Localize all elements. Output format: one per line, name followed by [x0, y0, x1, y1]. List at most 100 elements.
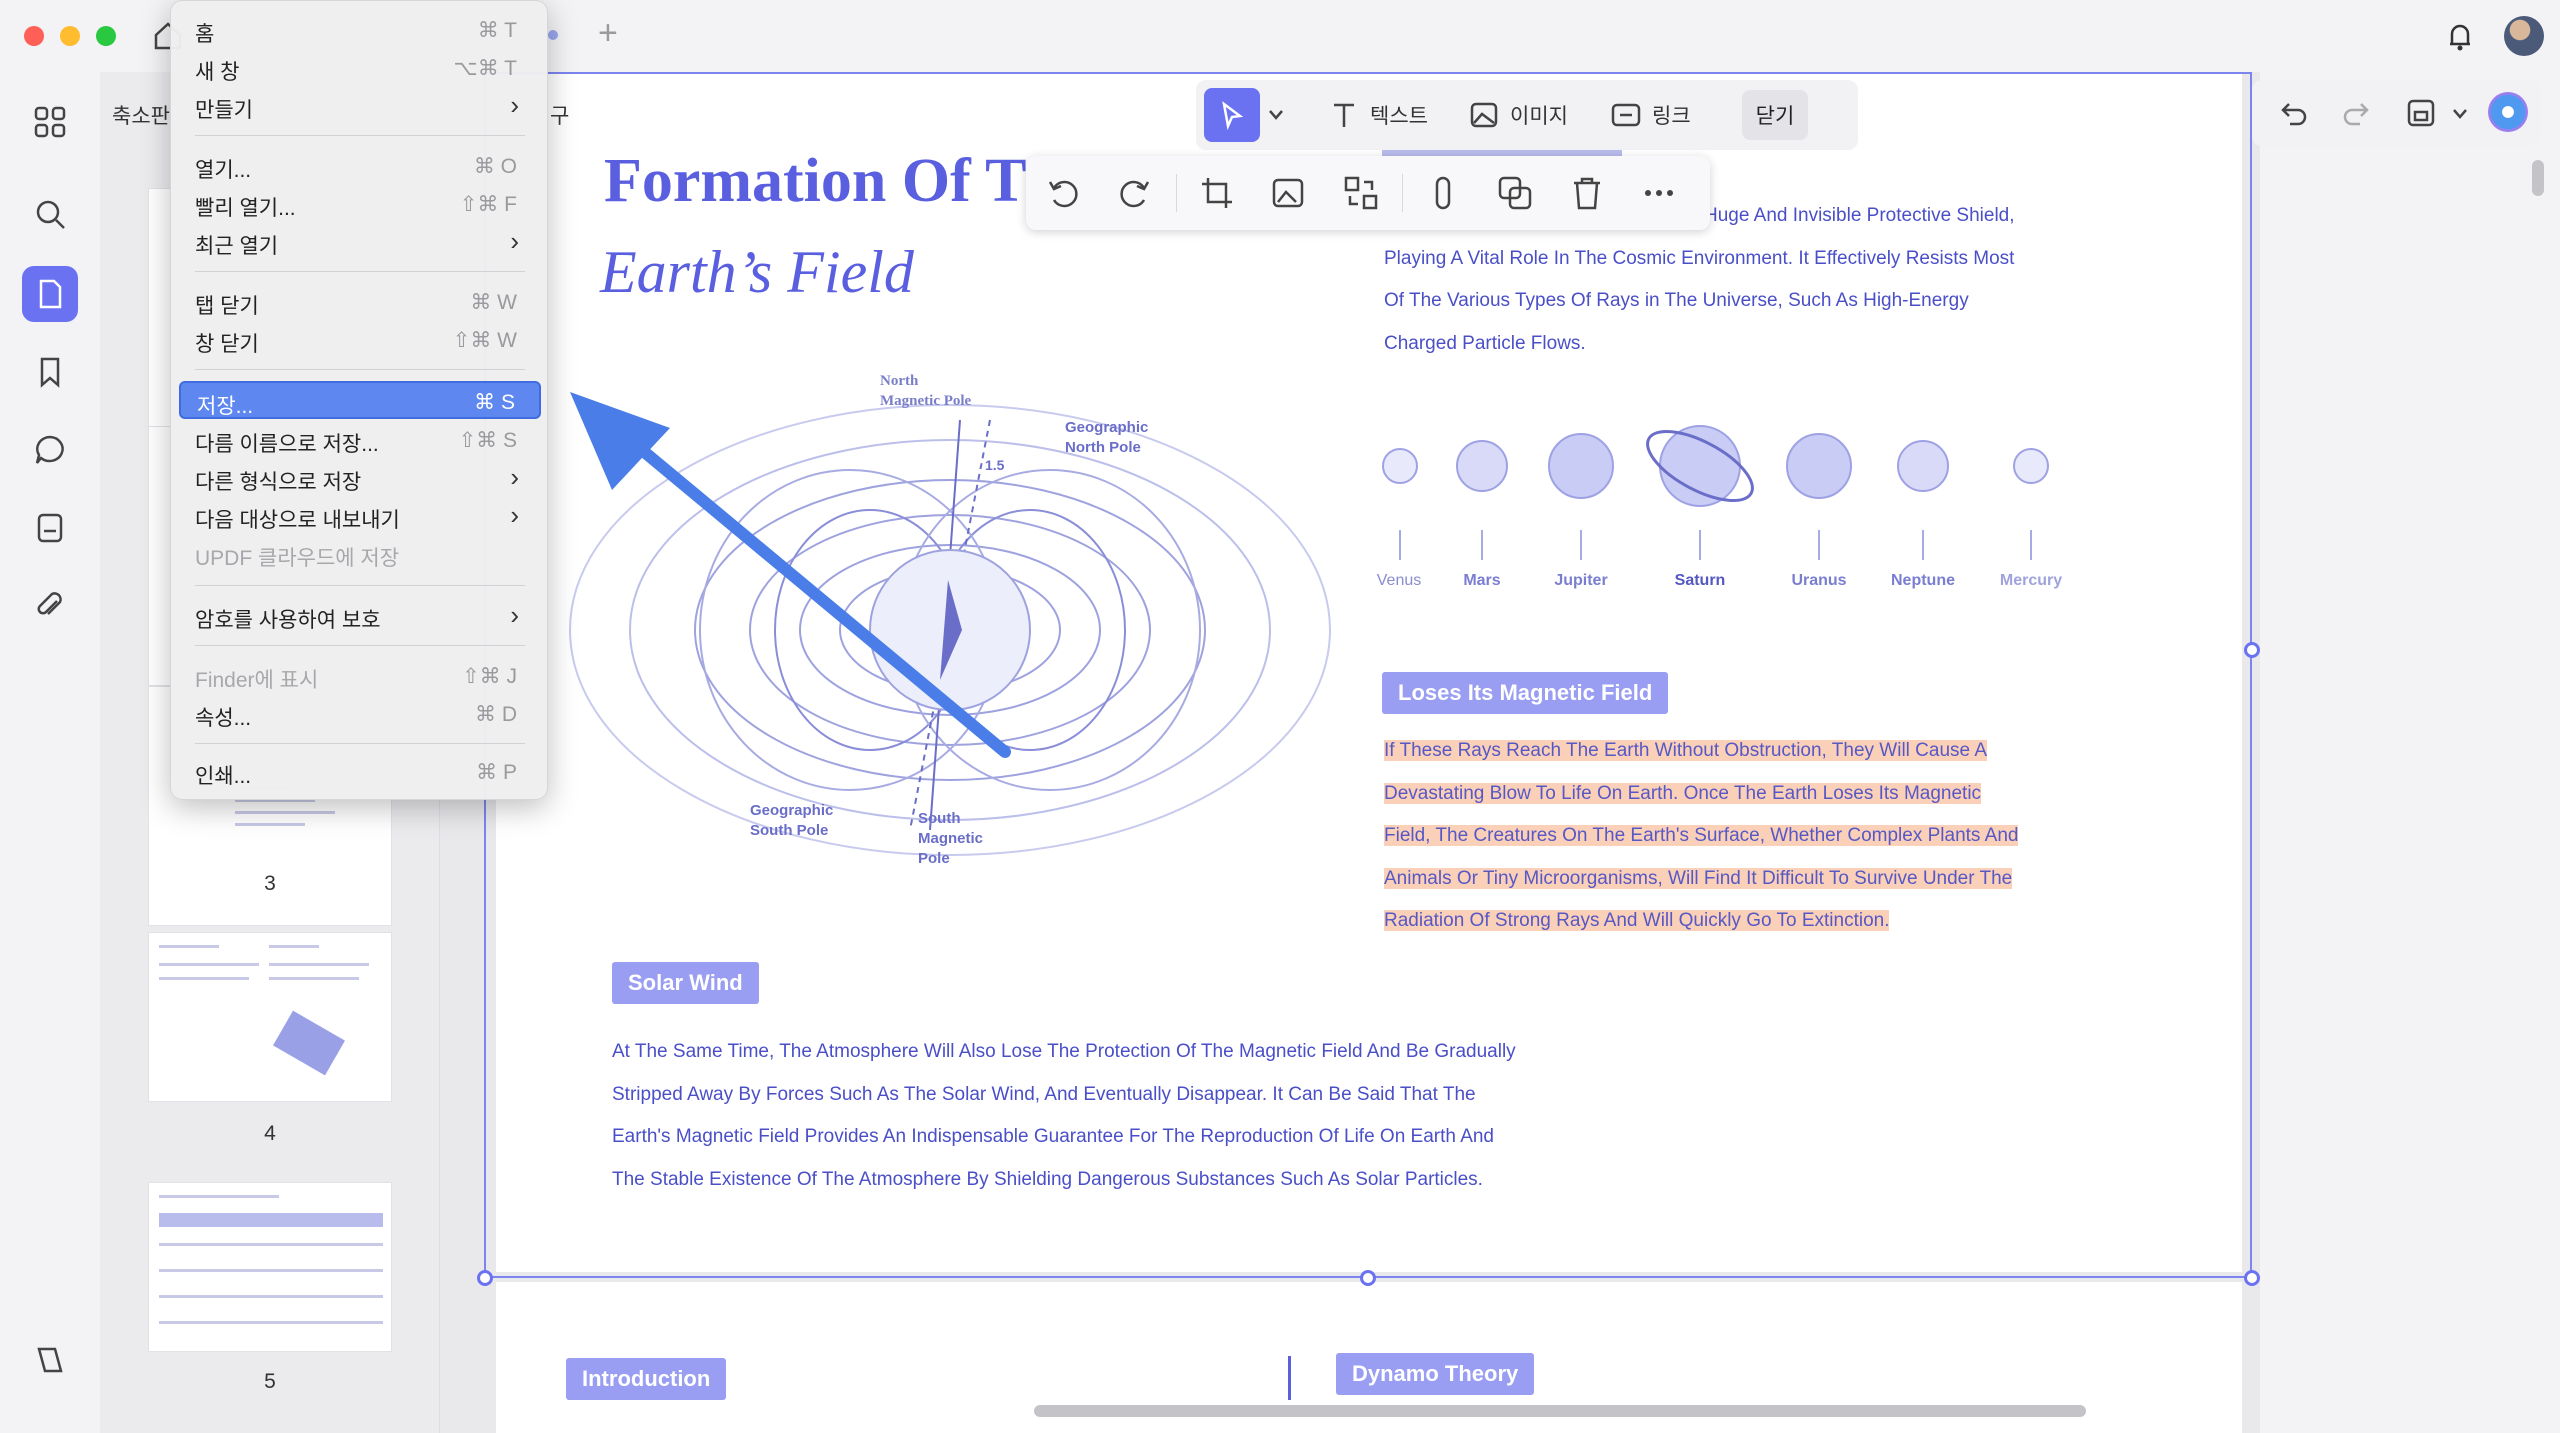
menu-item-open[interactable]: 열기... ⌘ O	[179, 147, 541, 185]
text-tool-button[interactable]: 텍스트	[1328, 96, 1428, 134]
copy-icon[interactable]	[1496, 174, 1534, 212]
thumbnail-page-number: 4	[264, 1122, 276, 1145]
trash-icon[interactable]	[1568, 174, 1606, 212]
layers-icon[interactable]	[22, 1332, 78, 1388]
avatar[interactable]	[2504, 16, 2544, 56]
menu-item-new-window[interactable]: 새 창 ⌥⌘ T	[179, 49, 541, 87]
planet-label: Mars	[1463, 572, 1501, 589]
geographic-north-label: Geographic	[1065, 419, 1148, 436]
hidden-tab-fragment: 구	[550, 105, 570, 128]
highlighted-line: Radiation Of Strong Rays And Will Quickl…	[1384, 910, 1890, 931]
solar-wind-paragraph[interactable]: At The Same Time, The Atmosphere Will Al…	[612, 1031, 1612, 1201]
south-magnetic-label: Pole	[918, 850, 950, 867]
menu-item-close-tab[interactable]: 탭 닫기 ⌘ W	[179, 283, 541, 321]
undo-icon[interactable]	[2276, 96, 2310, 130]
south-magnetic-label: South	[918, 810, 961, 827]
menu-item-recent[interactable]: 최근 열기 ›	[179, 223, 541, 261]
crop-icon[interactable]	[1198, 174, 1236, 212]
thumbnail-page-5[interactable]	[148, 1182, 392, 1352]
image-tool-label: 이미지	[1510, 105, 1568, 128]
intro-line: Charged Particle Flows.	[1384, 332, 1586, 354]
minimize-window-button[interactable]	[60, 26, 80, 46]
select-tool-button[interactable]	[1204, 88, 1260, 142]
text-icon	[1334, 103, 1354, 127]
planet-label: Uranus	[1791, 572, 1847, 589]
section-tag-loses-magnetic-field[interactable]: Loses Its Magnetic Field	[1382, 672, 1669, 714]
vertical-scrollbar[interactable]	[2532, 160, 2544, 196]
ai-assistant-icon[interactable]	[2488, 92, 2528, 132]
image-tool-button[interactable]: 이미지	[1468, 96, 1568, 134]
resize-handle[interactable]	[477, 1270, 493, 1286]
resize-handle[interactable]	[2244, 1270, 2260, 1286]
solar-line: Earth's Magnetic Field Provides An Indis…	[612, 1126, 1494, 1147]
menu-item-save-as[interactable]: 다름 이름으로 저장... ⇧⌘ S	[179, 421, 541, 459]
menu-item-export[interactable]: 다음 대상으로 내보내기 ›	[179, 497, 541, 535]
save-icon[interactable]	[2404, 96, 2438, 130]
highlighted-line: Devastating Blow To Life On Earth. Once …	[1384, 782, 1982, 804]
intro-line: Playing A Vital Role In The Cosmic Envir…	[1384, 247, 2015, 269]
section-tag-dynamo-theory[interactable]: Dynamo Theory	[1336, 1353, 1535, 1395]
highlighted-line: Animals Or Tiny Microorganisms, Will Fin…	[1384, 867, 2013, 889]
menu-item-properties[interactable]: 속성... ⌘ D	[179, 695, 541, 733]
menu-item-print[interactable]: 인쇄... ⌘ P	[179, 753, 541, 791]
rotate-left-icon[interactable]	[1044, 174, 1082, 212]
replace-image-icon[interactable]	[1270, 174, 1308, 212]
thumbnail-page-number: 3	[264, 872, 276, 895]
planet-label: Saturn	[1674, 572, 1726, 589]
search-icon[interactable]	[22, 186, 78, 242]
zoom-window-button[interactable]	[96, 26, 116, 46]
menu-item-create[interactable]: 만들기 ›	[179, 87, 541, 125]
close-edit-button[interactable]: 닫기	[1742, 90, 1808, 140]
more-icon[interactable]	[1640, 174, 1678, 212]
geographic-south-label: South Pole	[750, 822, 828, 839]
link-tool-button[interactable]: 링크	[1610, 96, 1691, 134]
section-tag-solar-wind[interactable]: Solar Wind	[612, 962, 759, 1004]
thumbnail-page-4[interactable]	[148, 932, 392, 1102]
close-window-button[interactable]	[24, 26, 44, 46]
menu-item-show-in-finder: Finder에 표시 ⇧⌘ J	[195, 665, 517, 692]
chevron-down-icon[interactable]	[2452, 108, 2468, 120]
text-tool-label: 텍스트	[1370, 105, 1428, 128]
image-icon	[1470, 102, 1498, 128]
bookmark-icon[interactable]	[22, 344, 78, 400]
annotation-arrow[interactable]	[560, 390, 1020, 770]
chevron-down-icon[interactable]	[1268, 108, 1284, 122]
left-rail	[0, 72, 100, 1433]
highlighted-line: Field, The Creatures On The Earth's Surf…	[1384, 825, 2019, 846]
edit-toolbar: 텍스트 이미지 링크 닫기	[1196, 80, 1858, 150]
solar-line: The Stable Existence Of The Atmosphere B…	[612, 1168, 1483, 1190]
rotate-right-icon[interactable]	[1116, 174, 1154, 212]
link-chain-icon[interactable]	[1424, 174, 1462, 212]
menu-item-save-other-format[interactable]: 다른 형식으로 저장 ›	[179, 459, 541, 497]
resize-handle[interactable]	[2244, 642, 2260, 658]
comment-icon[interactable]	[22, 422, 78, 478]
extract-image-icon[interactable]	[1342, 174, 1380, 212]
planet-label: Jupiter	[1554, 572, 1608, 589]
redo-icon[interactable]	[2340, 96, 2374, 130]
document-subtitle[interactable]: Earth’s Field	[600, 238, 914, 307]
link-tool-label: 링크	[1652, 105, 1691, 128]
planets-diagram[interactable]	[1370, 410, 2070, 560]
menu-item-quick-open[interactable]: 빨리 열기... ⇧⌘ F	[179, 185, 541, 223]
loses-paragraph[interactable]: If These Rays Reach The Earth Without Ob…	[1384, 730, 2084, 943]
north-magnetic-pole-label: North	[880, 373, 919, 389]
document-title[interactable]: Formation Of T	[604, 146, 1027, 217]
attachment-icon[interactable]	[22, 578, 78, 634]
bell-icon[interactable]	[2442, 18, 2478, 54]
pages-icon[interactable]	[22, 266, 78, 322]
new-tab-button[interactable]: +	[598, 14, 618, 53]
horizontal-scrollbar[interactable]	[1034, 1405, 2086, 1417]
menu-item-protect-password[interactable]: 암호를 사용하여 보호 ›	[179, 597, 541, 635]
apps-icon[interactable]	[22, 94, 78, 150]
intro-line: Of The Various Types Of Rays in The Univ…	[1384, 290, 1969, 311]
image-toolbar	[1026, 156, 1710, 230]
menu-item-close-window[interactable]: 창 닫기 ⇧⌘ W	[179, 321, 541, 359]
file-menu: 홈 ⌘ T 새 창 ⌥⌘ T 만들기 › 열기... ⌘ O 빨리 열기... ⇧⌘ F …	[170, 0, 548, 800]
menu-item-home[interactable]: 홈 ⌘ T	[179, 11, 541, 49]
right-toolbar	[2252, 80, 2542, 146]
resize-handle[interactable]	[1360, 1270, 1376, 1286]
south-magnetic-label: Magnetic	[918, 830, 983, 847]
stamp-icon[interactable]	[22, 500, 78, 556]
menu-item-save[interactable]: 저장... ⌘ S	[179, 381, 541, 419]
section-tag-introduction[interactable]: Introduction	[566, 1358, 727, 1400]
